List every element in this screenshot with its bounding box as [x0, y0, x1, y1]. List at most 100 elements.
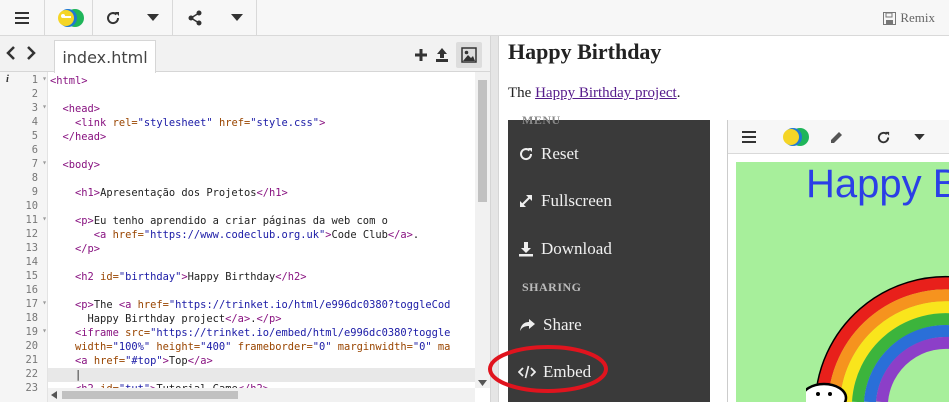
- remix-button[interactable]: Remix: [883, 9, 935, 27]
- line-number-text: 21: [25, 354, 38, 366]
- code-token: id=: [100, 271, 119, 283]
- code-token: href=: [137, 299, 169, 311]
- line-number-text: 9: [31, 186, 38, 198]
- info-icon[interactable]: i: [6, 74, 9, 85]
- code-token: Eu tenho aprendido a criar páginas da we…: [93, 215, 388, 227]
- menu-button[interactable]: [0, 0, 45, 36]
- code-line: <h2 id="birthday">Happy Birthday</h2>: [50, 270, 307, 284]
- upload-icon[interactable]: [434, 47, 450, 63]
- run-options-dropdown[interactable]: [133, 0, 173, 36]
- code-token: <html>: [50, 75, 88, 87]
- code-line: </head>: [50, 130, 107, 144]
- hamburger-icon: [15, 12, 29, 24]
- line-number-gutter: i 1 ▾ 2 3 ▾ 4 5 6 7 ▾ 8 9 10 11 ▾ 12 13 14 15 16 17 ▾ 18 19 ▾ 20 21…: [0, 72, 48, 402]
- code-editor: index.html i 1 ▾ 2 3 ▾ 4 5 6 7 ▾ 8 9 10 11 ▾ 12 13 14 15 16 1…: [0, 36, 490, 402]
- share-options-dropdown[interactable]: [217, 0, 257, 36]
- intro-text: The: [508, 85, 536, 101]
- file-tab-bar: index.html: [0, 36, 490, 73]
- code-token: <p>: [75, 215, 94, 227]
- image-icon: [461, 47, 477, 63]
- code-token: </p>: [75, 243, 101, 255]
- scrollbar-thumb[interactable]: [62, 391, 238, 399]
- tab-label: index.html: [62, 47, 148, 67]
- chevron-right-icon[interactable]: [24, 44, 38, 62]
- share-button[interactable]: [173, 0, 217, 36]
- code-line: <body>: [50, 158, 101, 172]
- menu-header: MENU: [522, 113, 561, 127]
- menu-item-download[interactable]: Download: [508, 226, 710, 272]
- refresh-icon: [520, 148, 533, 161]
- line-number-text: 17: [25, 298, 38, 310]
- code-token: </a>: [187, 355, 213, 367]
- code-line: |: [50, 368, 81, 382]
- embedded-toolbar: [728, 120, 949, 154]
- intro-period: .: [676, 85, 681, 101]
- fold-toggle-icon[interactable]: ▾: [42, 102, 47, 111]
- code-line: <p>The <a href="https://trinket.io/html/…: [50, 298, 450, 312]
- code-token: </a>: [387, 229, 413, 241]
- hamburger-icon[interactable]: [742, 131, 756, 143]
- line-number-text: 23: [25, 382, 38, 394]
- code-token: Apresentação dos Projetos: [100, 187, 257, 199]
- line-number-text: 15: [25, 270, 38, 282]
- line-number-text: 10: [25, 200, 38, 212]
- fold-toggle-icon[interactable]: ▾: [42, 74, 47, 83]
- code-token: href=: [212, 117, 251, 129]
- line-number: 16: [0, 284, 48, 298]
- line-number-text: 13: [25, 242, 38, 254]
- line-number-text: 16: [25, 284, 38, 296]
- fold-toggle-icon[interactable]: ▾: [42, 158, 47, 167]
- code-token: "birthday": [118, 271, 182, 283]
- code-token: Code Club: [331, 229, 388, 241]
- fold-toggle-icon[interactable]: ▾: [42, 298, 47, 307]
- code-token: </a>: [225, 313, 251, 325]
- scrollbar-thumb[interactable]: [478, 80, 487, 202]
- code-token: <a: [93, 229, 113, 241]
- code-line: <html>: [50, 74, 88, 88]
- save-icon: [883, 11, 897, 25]
- fold-toggle-icon[interactable]: ▾: [42, 326, 47, 335]
- line-number: 4: [0, 116, 48, 130]
- line-number-text: 4: [31, 116, 38, 128]
- line-number: 15: [0, 270, 48, 284]
- menu-item-fullscreen[interactable]: Fullscreen: [508, 178, 710, 224]
- code-line: <a href="#top">Top</a>: [50, 354, 213, 368]
- tab-tools: [414, 42, 482, 68]
- menu-item-label: Fullscreen: [541, 191, 612, 210]
- pencil-icon[interactable]: [830, 131, 843, 144]
- scroll-left-arrow-icon[interactable]: [51, 391, 57, 399]
- horizontal-scrollbar[interactable]: [48, 388, 475, 402]
- python-logo-icon[interactable]: [778, 126, 810, 148]
- menu-item-reset[interactable]: Reset: [508, 131, 710, 177]
- caret-down-icon[interactable]: [914, 134, 925, 141]
- code-token: <h1>: [75, 187, 101, 199]
- line-number-text: 5: [31, 130, 38, 142]
- happy-birthday-link[interactable]: Happy Birthday project: [535, 85, 677, 101]
- run-button[interactable]: [93, 0, 133, 36]
- code-area[interactable]: <html> <head> <link rel="stylesheet" hre…: [48, 72, 475, 388]
- vertical-scrollbar[interactable]: [475, 72, 490, 388]
- image-library-button[interactable]: [456, 42, 482, 68]
- add-file-icon[interactable]: [414, 48, 428, 62]
- code-token: >: [319, 117, 326, 129]
- trinket-logo[interactable]: [45, 0, 93, 36]
- code-token: <a: [118, 299, 138, 311]
- code-token: "100%": [112, 341, 151, 353]
- line-number: 7 ▾: [0, 158, 48, 172]
- refresh-icon[interactable]: [876, 130, 891, 145]
- line-number: 17 ▾: [0, 298, 48, 312]
- code-token: "https://trinket.io/embed/html/e996dc038…: [150, 327, 451, 339]
- chevron-left-icon[interactable]: [4, 44, 18, 62]
- line-number: 22: [0, 368, 48, 382]
- fold-toggle-icon[interactable]: ▾: [42, 214, 47, 223]
- line-number-text: 6: [31, 144, 38, 156]
- tab-index-html[interactable]: index.html: [54, 40, 156, 73]
- line-number-text: 7: [31, 158, 38, 170]
- line-number: 2: [0, 88, 48, 102]
- code-token: rel=: [112, 117, 138, 129]
- code-token: "https://trinket.io/html/e996dc0380?togg…: [168, 299, 451, 311]
